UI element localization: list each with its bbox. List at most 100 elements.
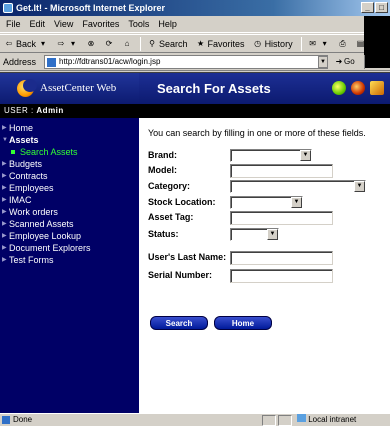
chevron-down-icon: ▼	[2, 137, 8, 143]
page-header: Search For Assets	[139, 73, 390, 104]
status-select[interactable]: ▼	[230, 228, 279, 241]
menu-favorites[interactable]: Favorites	[82, 19, 119, 29]
category-select[interactable]: ▼	[230, 180, 366, 193]
page-title: Search For Assets	[157, 81, 271, 96]
back-arrow-icon: ⇦	[5, 38, 13, 48]
menu-view[interactable]: View	[54, 19, 73, 29]
search-toolbar-button[interactable]: ⚲ Search	[147, 38, 188, 49]
sidebar-item-test-forms[interactable]: ▶ Test Forms	[0, 254, 139, 266]
refresh-button[interactable]: ⟳	[104, 39, 114, 49]
help-icon[interactable]	[351, 81, 365, 95]
favorites-toolbar-button[interactable]: ★ Favorites	[196, 39, 245, 49]
search-button[interactable]: Search	[150, 316, 208, 330]
stop-button[interactable]: ⊗	[86, 39, 96, 49]
print-toolbar-button[interactable]: ⎙	[338, 39, 348, 49]
globe-icon[interactable]	[332, 81, 346, 95]
dropdown-arrow-icon: ▼	[300, 150, 311, 161]
history-icon: ◷	[254, 38, 262, 48]
model-field[interactable]	[230, 164, 333, 178]
go-arrow-icon: ➜	[335, 57, 343, 66]
page-icon	[47, 58, 56, 67]
mail-toolbar-button[interactable]: ✉ ▾	[308, 39, 330, 49]
sidebar-item-employees[interactable]: ▶ Employees	[0, 182, 139, 194]
category-label: Category:	[148, 181, 191, 191]
sidebar-item-label: Scanned Assets	[9, 219, 74, 229]
home-icon: ⌂	[124, 38, 130, 48]
sidebar-item-label: Home	[9, 123, 34, 133]
dropdown-arrow-icon: ▾	[41, 38, 46, 48]
forward-button[interactable]: ⇨ ▾	[56, 39, 78, 49]
sidebar-item-document-explorers[interactable]: ▶ Document Explorers	[0, 242, 139, 254]
sidebar-item-label: Work orders	[9, 207, 58, 217]
history-toolbar-button[interactable]: ◷ History	[253, 39, 293, 49]
address-dropdown-button[interactable]: ▼	[318, 56, 328, 68]
go-button[interactable]: ➜ Go	[334, 57, 355, 67]
standard-toolbar: ⇦ Back ▾ ⇨ ▾ ⊗ ⟳ ⌂ ⚲ Search ★ Favorites ◷ Hist…	[0, 34, 382, 53]
asset-tag-field[interactable]	[230, 211, 333, 225]
serial-field[interactable]	[230, 269, 333, 283]
sidebar-item-contracts[interactable]: ▶ Contracts	[0, 170, 139, 182]
stock-location-label: Stock Location:	[148, 197, 216, 207]
header-underbar	[139, 104, 390, 118]
chevron-right-icon: ▶	[2, 173, 7, 179]
sidebar-item-label: Document Explorers	[9, 243, 91, 253]
stock-location-select[interactable]: ▼	[230, 196, 303, 209]
edit-icon: ▤	[356, 38, 365, 48]
print-icon: ⎙	[339, 38, 346, 48]
menu-file[interactable]: File	[6, 19, 21, 29]
last-name-label: User's Last Name:	[148, 252, 227, 262]
intranet-icon	[297, 414, 306, 422]
status-cell	[278, 415, 292, 426]
go-label: Go	[344, 57, 355, 66]
minimize-button[interactable]: _	[361, 2, 374, 13]
status-text: Done	[13, 415, 33, 424]
sidebar-item-label: IMAC	[9, 195, 32, 205]
search-label: Search	[159, 38, 188, 49]
sidebar: AssetCenter Web USER : Admin ▶ Home ▼ Asse…	[0, 73, 139, 413]
brand-label: Brand:	[148, 150, 177, 160]
back-label: Back	[16, 38, 37, 49]
sidebar-item-budgets[interactable]: ▶ Budgets	[0, 158, 139, 170]
brand-select[interactable]: ▼	[230, 149, 312, 162]
edit-toolbar-button[interactable]: ▤	[356, 39, 366, 49]
user-bar: USER : Admin	[0, 104, 139, 118]
forward-arrow-icon: ⇨	[57, 38, 65, 48]
back-button[interactable]: ⇦ Back ▾	[4, 39, 48, 49]
sidebar-item-home[interactable]: ▶ Home	[0, 122, 139, 134]
home-button[interactable]: Home	[214, 316, 272, 330]
sidebar-item-work-orders[interactable]: ▶ Work orders	[0, 206, 139, 218]
serial-label: Serial Number:	[148, 270, 213, 280]
sidebar-item-assets[interactable]: ▼ Assets	[0, 134, 139, 146]
address-bar: Address http://fdtrans01/acw/login.jsp ▼…	[0, 53, 390, 71]
address-label: Address	[3, 56, 37, 67]
books-icon[interactable]	[370, 81, 384, 95]
discuss-toolbar-button[interactable]: ▣	[374, 39, 384, 49]
menu-tools[interactable]: Tools	[128, 19, 149, 29]
maximize-button[interactable]: □	[375, 2, 388, 13]
page-content: AssetCenter Web USER : Admin ▶ Home ▼ Asse…	[0, 72, 390, 413]
last-name-field[interactable]	[230, 251, 333, 265]
chevron-right-icon: ▶	[2, 245, 7, 251]
home-toolbar-button[interactable]: ⌂	[122, 39, 132, 49]
bullet-icon	[11, 150, 15, 154]
menu-help[interactable]: Help	[158, 19, 177, 29]
sidebar-item-search-assets[interactable]: Search Assets	[0, 146, 139, 158]
menu-edit[interactable]: Edit	[30, 19, 46, 29]
sidebar-item-employee-lookup[interactable]: ▶ Employee Lookup	[0, 230, 139, 242]
favorites-icon: ★	[196, 38, 205, 48]
window-title-bar: Get.It! - Microsoft Internet Explorer _ …	[0, 0, 390, 16]
sidebar-item-label: Test Forms	[9, 255, 54, 265]
status-label: Status:	[148, 229, 179, 239]
security-zone: Local intranet	[297, 414, 356, 426]
refresh-icon: ⟳	[105, 38, 113, 48]
form-instructions: You can search by filling in one or more…	[148, 128, 366, 138]
links-button[interactable]: Links	[364, 55, 388, 69]
status-done: Done	[2, 414, 32, 426]
menu-bar: File Edit View Favorites Tools Help	[0, 16, 390, 33]
chevron-right-icon: ▶	[2, 197, 7, 203]
dropdown-arrow-icon: ▼	[354, 181, 365, 192]
sidebar-item-scanned-assets[interactable]: ▶ Scanned Assets	[0, 218, 139, 230]
sidebar-item-imac[interactable]: ▶ IMAC	[0, 194, 139, 206]
logo-text: AssetCenter Web	[40, 82, 117, 94]
address-input[interactable]: http://fdtrans01/acw/login.jsp	[44, 55, 328, 69]
